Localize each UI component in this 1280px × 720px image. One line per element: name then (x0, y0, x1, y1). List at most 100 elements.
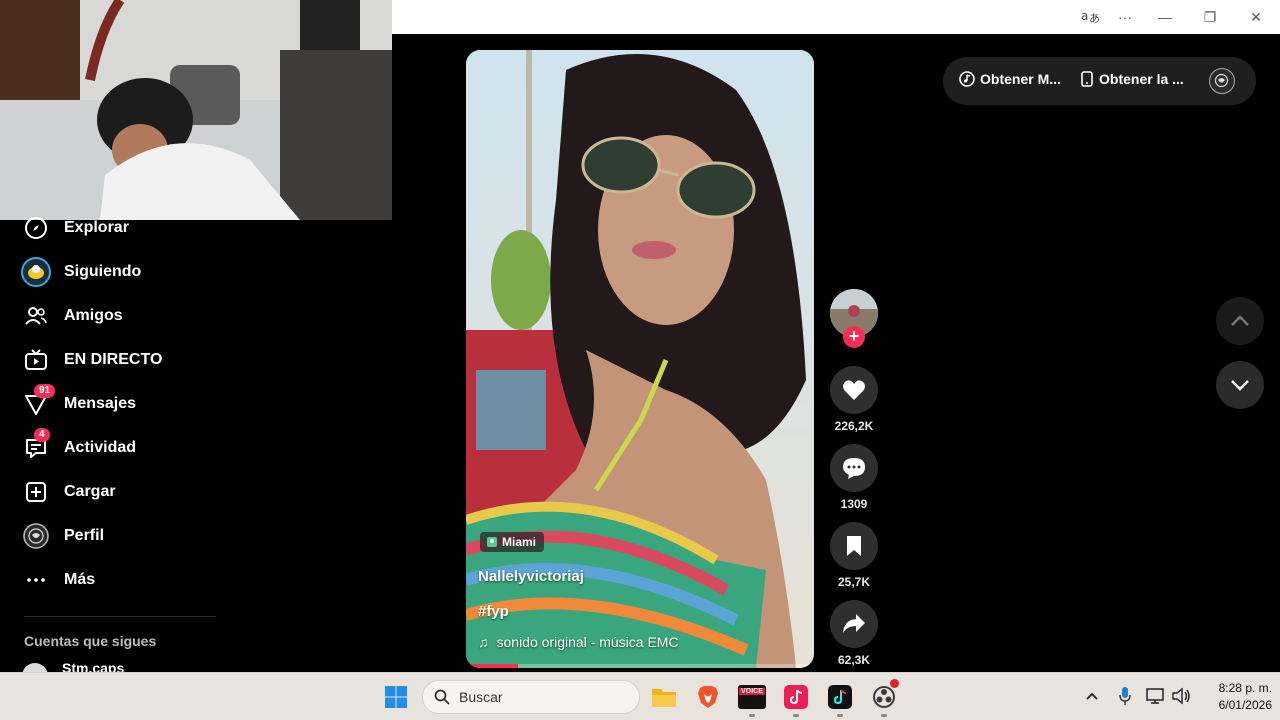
translate-icon[interactable]: aあ (1078, 7, 1102, 27)
minimize-button[interactable]: — (1153, 7, 1177, 27)
comment-count: 1309 (840, 497, 868, 511)
location-tag[interactable]: Miami (480, 532, 545, 552)
voicemod-icon[interactable]: VOICE (736, 681, 768, 717)
chevron-up-icon (1231, 315, 1249, 326)
user-avatar[interactable] (1209, 68, 1235, 94)
music-note-icon: ♫ (478, 634, 489, 650)
sidebar-item-mensajes[interactable]: 91 Mensajes (20, 384, 220, 422)
sidebar-item-explorar[interactable]: Explorar (20, 210, 220, 246)
sidebar-item-label: Amigos (64, 307, 123, 324)
video-sound[interactable]: ♫ sonido original - música EMC (478, 634, 679, 650)
bookmark-icon (847, 536, 861, 556)
follow-plus-button[interactable]: + (843, 326, 865, 348)
sidebar-item-en-directo[interactable]: EN DIRECTO (20, 342, 220, 378)
following-account-avatar (22, 663, 48, 672)
sidebar-item-label: EN DIRECTO (64, 351, 163, 368)
video-progress-fill (466, 664, 519, 668)
taskbar-search-box[interactable]: Buscar (422, 680, 640, 714)
search-icon (434, 689, 450, 705)
heart-icon (843, 380, 865, 400)
brave-browser-icon[interactable] (692, 681, 724, 713)
following-heading: Cuentas que sigues (24, 633, 157, 649)
sidebar-item-label: Cargar (64, 483, 116, 500)
messages-icon: 91 (20, 384, 56, 420)
sidebar-item-perfil[interactable]: Perfil (20, 518, 220, 554)
upload-icon (20, 476, 52, 508)
sidebar-divider (24, 616, 216, 617)
profile-icon (20, 520, 52, 552)
get-app-label: Obtener la ... (1099, 71, 1184, 87)
clock-date: 6/01/2026 (1218, 698, 1272, 712)
save-count: 25,7K (837, 575, 871, 589)
sidebar-item-label: Actividad (64, 439, 137, 456)
svg-text:あ: あ (1089, 12, 1100, 25)
chevron-down-icon (1231, 380, 1249, 391)
video-sound-label: sonido original - música EMC (496, 634, 679, 650)
video-progress-track[interactable] (466, 664, 814, 668)
save-button[interactable] (830, 522, 878, 570)
sidebar-item-label: Explorar (64, 219, 129, 236)
sidebar-item-cargar[interactable]: Cargar (20, 474, 220, 510)
tiktok-browser-icon[interactable] (824, 681, 856, 717)
clock-time: 8:28 p. m. (1218, 681, 1272, 695)
previous-video-button[interactable] (1216, 297, 1264, 345)
restore-button[interactable]: ❐ (1198, 7, 1222, 27)
obs-studio-icon[interactable] (868, 679, 900, 717)
tiktok-app-icon[interactable] (780, 681, 812, 717)
video-author[interactable]: Nallelyvictoriaj (478, 568, 584, 585)
like-count: 226,2K (834, 419, 874, 433)
running-indicator (837, 714, 843, 717)
running-indicator (881, 714, 887, 717)
get-music-button[interactable]: Obtener M... (959, 71, 1061, 87)
video-player[interactable]: Miami Nallelyvictoriaj #fyp ♫ sonido ori… (466, 50, 814, 668)
browser-titlebar: aあ ··· — ❐ ✕ (392, 0, 1280, 34)
get-app-button[interactable]: Obtener la ... (1081, 71, 1184, 87)
comment-button[interactable] (830, 444, 878, 492)
search-placeholder: Buscar (459, 689, 503, 705)
running-indicator (793, 714, 799, 717)
next-video-button[interactable] (1216, 361, 1264, 409)
sidebar-item-label: Más (64, 571, 96, 588)
video-hashtag[interactable]: #fyp (478, 603, 509, 620)
close-button[interactable]: ✕ (1244, 7, 1268, 27)
more-icon (20, 564, 52, 596)
running-indicator (749, 714, 755, 717)
location-label: Miami (502, 535, 537, 549)
more-options-button[interactable]: ··· (1113, 7, 1137, 27)
sidebar-item-label: Siguiendo (64, 263, 142, 280)
windows-start-icon[interactable] (380, 681, 412, 713)
voicemod-label: VOICE (739, 688, 765, 695)
volume-icon[interactable] (1172, 687, 1192, 710)
share-button[interactable] (830, 600, 878, 648)
sidebar-item-amigos[interactable]: Amigos (20, 298, 220, 334)
phone-icon (1081, 71, 1093, 87)
activity-icon: 4 (20, 428, 52, 464)
share-icon (843, 614, 865, 633)
live-tv-icon (20, 344, 52, 376)
chevron-up-icon[interactable] (1085, 688, 1099, 706)
messages-badge: 91 (34, 384, 56, 398)
activity-badge: 4 (34, 428, 50, 442)
network-icon[interactable] (1146, 687, 1166, 710)
comment-icon (843, 458, 865, 479)
share-count: 62,3K (837, 653, 871, 667)
clock[interactable]: 8:28 p. m. 6/01/2026 (1196, 680, 1272, 714)
like-button[interactable] (830, 366, 878, 414)
recording-dot (890, 679, 899, 688)
compass-icon (20, 212, 52, 244)
file-explorer-icon[interactable] (648, 681, 680, 713)
get-music-label: Obtener M... (980, 71, 1061, 87)
sidebar-item-mas[interactable]: Más (20, 562, 220, 598)
tiktok-music-icon (959, 71, 975, 87)
following-account-item[interactable]: Stm.caps (22, 663, 242, 672)
sidebar-item-actividad[interactable]: 4 Actividad (20, 428, 220, 466)
following-account-name: Stm.caps (62, 663, 125, 672)
sidebar-item-siguiendo[interactable]: Siguiendo (20, 254, 220, 290)
following-avatar-icon (20, 256, 52, 288)
friends-icon (20, 300, 52, 332)
get-app-pill: Obtener M... Obtener la ... (943, 57, 1256, 105)
microphone-icon[interactable] (1118, 686, 1132, 711)
webcam-overlay (0, 0, 392, 220)
sidebar-item-label: Perfil (64, 527, 105, 544)
location-pin-icon (487, 537, 497, 547)
